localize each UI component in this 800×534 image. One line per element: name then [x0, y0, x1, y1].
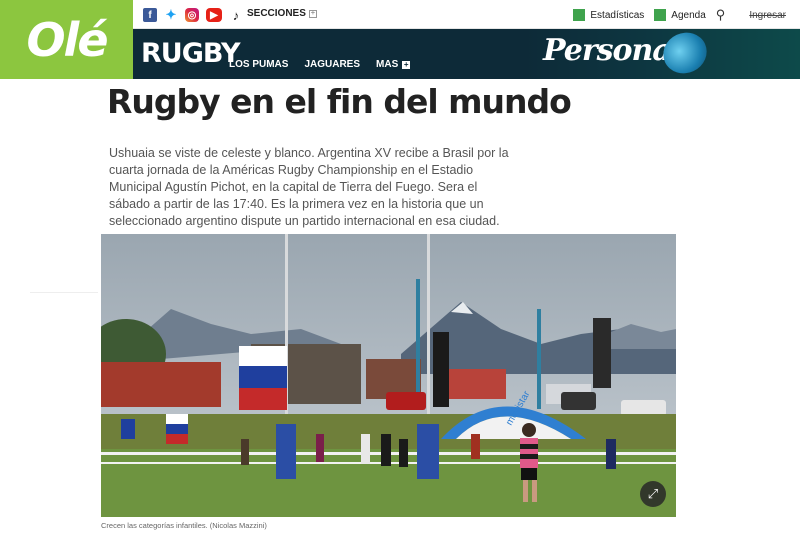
article-photo[interactable]: movistar ⤢: [101, 234, 676, 517]
section-title[interactable]: RUGBY: [141, 38, 241, 69]
nav-jaguares[interactable]: JAGUARES: [304, 59, 360, 70]
agenda-label: Agenda: [671, 9, 706, 21]
ingresar-link[interactable]: Ingresar: [749, 10, 786, 21]
instagram-icon[interactable]: ◎: [185, 8, 199, 22]
stats-icon: [573, 9, 586, 21]
estadisticas-link[interactable]: Estadísticas: [573, 9, 644, 21]
agenda-link[interactable]: Agenda: [654, 9, 706, 21]
divider: [30, 292, 98, 293]
top-right-links: Estadísticas Agenda ⚲ Ingresar: [573, 7, 786, 23]
expand-icon[interactable]: ⤢: [640, 481, 666, 507]
nav-mas[interactable]: MAS +: [376, 59, 411, 70]
nav-mas-label: MAS: [376, 59, 399, 70]
tiktok-icon[interactable]: ♪: [229, 8, 243, 23]
facebook-icon[interactable]: f: [143, 8, 157, 22]
article-headline: Rugby en el fin del mundo: [107, 82, 572, 121]
secciones-menu[interactable]: SECCIONES +: [247, 8, 317, 19]
secciones-label: SECCIONES: [247, 8, 306, 19]
search-icon[interactable]: ⚲: [716, 7, 726, 23]
ole-logo[interactable]: Olé: [0, 0, 133, 79]
nav-los-pumas[interactable]: LOS PUMAS: [229, 59, 288, 70]
article-summary: Ushuaia se viste de celeste y blanco. Ar…: [109, 146, 509, 228]
section-nav: LOS PUMAS JAGUARES MAS +: [229, 59, 411, 70]
youtube-icon[interactable]: ▶: [206, 8, 222, 22]
top-bar: f ✦ ◎ ▶ ♪ SECCIONES + Estadísticas Agend…: [133, 0, 800, 29]
calendar-icon: [654, 9, 667, 21]
photo-caption: Crecen las categorías infantiles. (Nicol…: [101, 521, 267, 530]
secciones-plus-icon: +: [308, 9, 317, 18]
photo-scene: movistar: [101, 234, 676, 517]
logo-text: Olé: [26, 12, 108, 67]
sponsor-banner[interactable]: Personal: [523, 25, 800, 81]
estadisticas-label: Estadísticas: [590, 9, 645, 21]
sponsor-logo: Personal: [543, 33, 682, 68]
section-header: RUGBY LOS PUMAS JAGUARES MAS + Personal: [133, 25, 800, 81]
social-links: f ✦ ◎ ▶ ♪: [143, 7, 243, 23]
plus-icon: +: [402, 59, 411, 69]
twitter-icon[interactable]: ✦: [164, 7, 178, 22]
